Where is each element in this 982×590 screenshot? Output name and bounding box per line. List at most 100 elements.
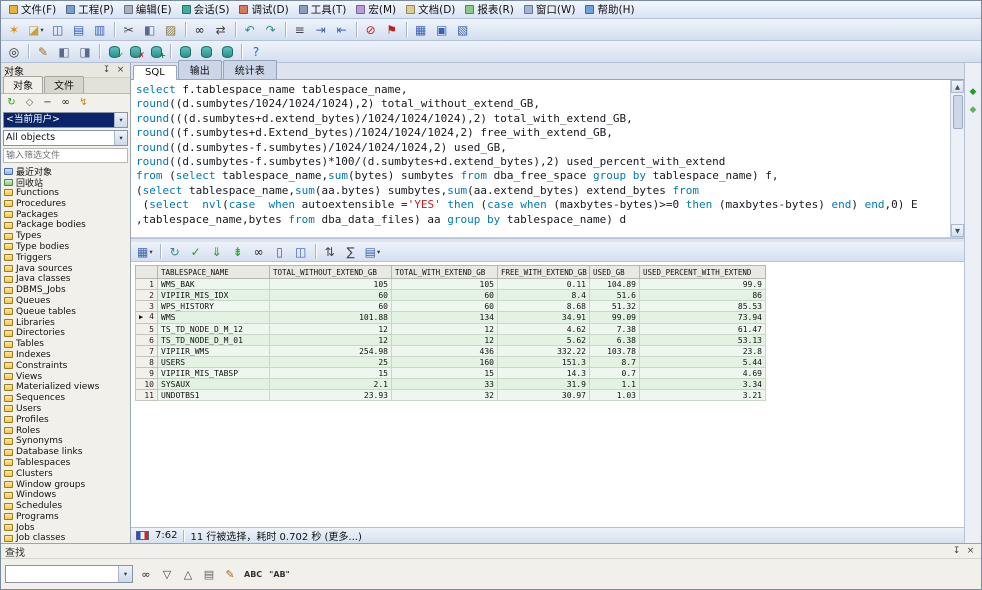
- edit-button[interactable]: ✎: [33, 43, 53, 61]
- value-cell[interactable]: 151.3: [498, 357, 590, 368]
- value-cell[interactable]: 8.4: [498, 290, 590, 301]
- sync-button[interactable]: ↯: [75, 95, 92, 110]
- value-cell[interactable]: 12: [270, 335, 392, 346]
- column-header[interactable]: USED_GB: [590, 266, 640, 279]
- value-cell[interactable]: 0.11: [498, 279, 590, 290]
- column-header[interactable]: TABLESPACE_NAME: [158, 266, 270, 279]
- value-cell[interactable]: 99.09: [590, 312, 640, 324]
- replace-button[interactable]: ⇄: [211, 21, 231, 39]
- undo-button[interactable]: ↶: [240, 21, 260, 39]
- value-cell[interactable]: 3.34: [640, 379, 766, 390]
- value-cell[interactable]: 23.8: [640, 346, 766, 357]
- value-cell[interactable]: 104.89: [590, 279, 640, 290]
- dock-toggle-1-button[interactable]: ◆: [966, 85, 980, 99]
- row-number-cell[interactable]: 7: [136, 346, 158, 357]
- status-message[interactable]: 11 行被选择，耗时 0.702 秒 (更多...): [190, 528, 361, 543]
- paste-button[interactable]: ▨: [161, 21, 181, 39]
- value-cell[interactable]: 60: [270, 290, 392, 301]
- menu-item-session[interactable]: 会话(S): [177, 1, 235, 18]
- stop-button[interactable]: ⊘: [361, 21, 381, 39]
- help-button[interactable]: ?: [246, 43, 266, 61]
- value-cell[interactable]: 5.62: [498, 335, 590, 346]
- menu-item-edit[interactable]: 编辑(E): [119, 1, 177, 18]
- value-cell[interactable]: 73.94: [640, 312, 766, 324]
- tablespace-name-cell[interactable]: TS_TD_NODE_D_M_12: [158, 324, 270, 335]
- session-3-button[interactable]: [217, 43, 237, 61]
- session-2-button[interactable]: [196, 43, 216, 61]
- tree-item[interactable]: Procedures: [4, 198, 130, 209]
- print-button[interactable]: ▤: [69, 21, 89, 39]
- sidebar-tab-1[interactable]: 文件: [44, 76, 84, 93]
- value-cell[interactable]: 51.6: [590, 290, 640, 301]
- indent-button[interactable]: ⇥: [311, 21, 331, 39]
- tablespace-name-cell[interactable]: USERS: [158, 357, 270, 368]
- tree-item[interactable]: Libraries: [4, 317, 130, 328]
- zoom-button[interactable]: ◎: [4, 43, 24, 61]
- document-tab-1[interactable]: 输出: [178, 60, 222, 79]
- value-cell[interactable]: 15: [270, 368, 392, 379]
- tree-item[interactable]: Job classes: [4, 533, 130, 543]
- menu-item-project[interactable]: 工程(P): [61, 1, 119, 18]
- column-header[interactable]: FREE_WITH_EXTEND_GB: [498, 266, 590, 279]
- owner-filter-combo[interactable]: <当前用户> ▾: [3, 112, 128, 128]
- value-cell[interactable]: 25: [270, 357, 392, 368]
- open-button[interactable]: ◪▾: [25, 21, 47, 39]
- tree-item[interactable]: Java sources: [4, 263, 130, 274]
- value-cell[interactable]: 12: [392, 324, 498, 335]
- value-cell[interactable]: 6.38: [590, 335, 640, 346]
- value-cell[interactable]: 60: [270, 301, 392, 312]
- grid-corner[interactable]: [136, 266, 158, 279]
- tree-item[interactable]: Jobs: [4, 522, 130, 533]
- tablespace-name-cell[interactable]: VIPIIR_MIS_IDX: [158, 290, 270, 301]
- find-next-button[interactable]: ▽: [157, 565, 177, 583]
- sum-button[interactable]: ∑: [341, 243, 361, 261]
- window-button[interactable]: ▣: [432, 21, 452, 39]
- value-cell[interactable]: 1.03: [590, 390, 640, 401]
- exact-match-button[interactable]: "AB": [266, 565, 293, 583]
- value-cell[interactable]: 7.38: [590, 324, 640, 335]
- value-cell[interactable]: 60: [392, 301, 498, 312]
- tree-item[interactable]: Tables: [4, 339, 130, 350]
- fetch-last-button[interactable]: ⇟: [228, 243, 248, 261]
- value-cell[interactable]: 15: [392, 368, 498, 379]
- scroll-down-icon[interactable]: ▼: [951, 224, 964, 237]
- pin-icon[interactable]: ↧: [100, 64, 113, 76]
- tree-item[interactable]: Java classes: [4, 274, 130, 285]
- tablespace-name-cell[interactable]: WMS: [158, 312, 270, 324]
- value-cell[interactable]: 8.7: [590, 357, 640, 368]
- column-header[interactable]: TOTAL_WITHOUT_EXTEND_GB: [270, 266, 392, 279]
- tree-item[interactable]: Sequences: [4, 393, 130, 404]
- value-cell[interactable]: 34.91: [498, 312, 590, 324]
- value-cell[interactable]: 101.88: [270, 312, 392, 324]
- find-button[interactable]: ∞: [190, 21, 210, 39]
- document-tab-0[interactable]: SQL: [133, 65, 177, 80]
- tree-item[interactable]: Type bodies: [4, 242, 130, 253]
- menu-item-tools[interactable]: 工具(T): [294, 1, 352, 18]
- tree-item[interactable]: 回收站: [4, 177, 130, 188]
- dock-toggle-2-button[interactable]: ◆: [966, 103, 980, 117]
- document-tab-2[interactable]: 统计表: [223, 60, 277, 79]
- sidebar-tab-0[interactable]: 对象: [3, 76, 43, 93]
- sql-editor[interactable]: select f.tablespace_name tablespace_name…: [131, 80, 950, 237]
- selection-scope-button[interactable]: ▤: [199, 565, 219, 583]
- chevron-down-icon[interactable]: ▾: [114, 131, 127, 145]
- flag-button[interactable]: ⚑: [382, 21, 402, 39]
- value-cell[interactable]: 160: [392, 357, 498, 368]
- row-number-cell[interactable]: 1: [136, 279, 158, 290]
- tree-item[interactable]: Functions: [4, 188, 130, 199]
- tree-item[interactable]: Profiles: [4, 414, 130, 425]
- tree-item[interactable]: Programs: [4, 512, 130, 523]
- value-cell[interactable]: 5.44: [640, 357, 766, 368]
- tree-item[interactable]: Types: [4, 231, 130, 242]
- menu-item-file[interactable]: 文件(F): [4, 1, 61, 18]
- new-button[interactable]: ✶: [4, 21, 24, 39]
- menu-item-macro[interactable]: 宏(M): [351, 1, 401, 18]
- save-button[interactable]: ◫: [48, 21, 68, 39]
- grid-mode-button[interactable]: ▦▾: [134, 243, 156, 261]
- post-button[interactable]: ✓: [186, 243, 206, 261]
- tablespace-name-cell[interactable]: SYSAUX: [158, 379, 270, 390]
- value-cell[interactable]: 105: [392, 279, 498, 290]
- close-icon[interactable]: ×: [964, 545, 977, 557]
- value-cell[interactable]: 60: [392, 290, 498, 301]
- row-number-cell[interactable]: 8: [136, 357, 158, 368]
